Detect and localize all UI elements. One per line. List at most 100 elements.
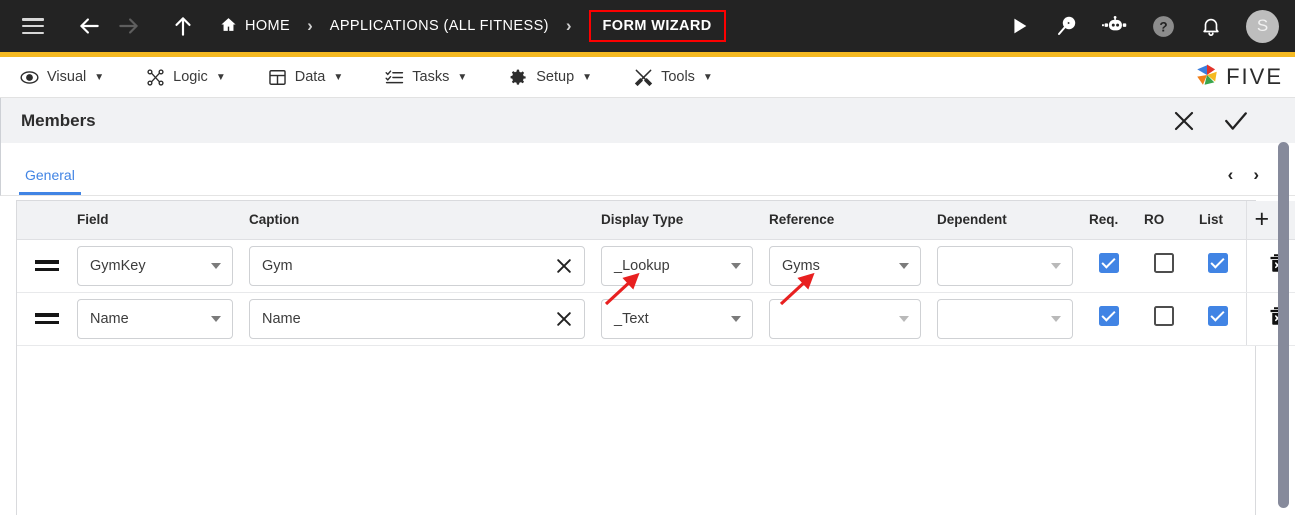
chevron-down-icon [899,315,909,322]
cell-reference [761,292,929,346]
home-icon [220,16,237,37]
cell-field: Name [69,292,241,346]
dependent-select-row1[interactable] [937,245,1073,286]
back-arrow-icon[interactable] [72,9,106,43]
up-arrow-icon[interactable] [166,9,200,43]
caption-input-row1[interactable]: Gym [249,245,585,286]
chevron-down-icon: ▼ [702,71,713,83]
cell-display-type: _Lookup [593,239,761,293]
cell-caption: Gym [241,239,593,293]
header-field: Field [69,201,241,240]
forward-arrow-icon[interactable] [112,9,146,43]
breadcrumb-home[interactable]: HOME [220,16,290,37]
run-icon[interactable] [1006,13,1032,39]
chevron-down-icon [1051,262,1061,269]
header-readonly: RO [1136,201,1191,240]
breadcrumb-separator-1: › [307,16,313,35]
header-required: Req. [1081,201,1136,240]
cell-list [1191,292,1246,346]
menu-item-data[interactable]: Data ▼ [268,68,344,87]
menu-item-setup-label: Setup [536,69,575,85]
chevron-down-icon: ▼ [457,71,468,83]
clear-x-icon[interactable] [554,256,574,276]
caption-input-row1-value: Gym [262,257,293,274]
svg-text:?: ? [1159,19,1167,34]
hamburger-menu-icon[interactable] [22,18,44,34]
list-checkbox-row1[interactable] [1208,253,1229,273]
chevron-down-icon [731,262,741,269]
menu-item-visual[interactable]: Visual ▼ [20,68,104,87]
plus-icon: + [1254,205,1270,234]
chevron-down-icon [899,262,909,269]
chevron-down-icon: ▼ [333,71,344,83]
display-type-select-row1[interactable]: _Lookup [601,245,753,286]
vertical-scrollbar[interactable] [1278,142,1289,512]
fields-grid: Field Caption Display Type Reference Dep… [16,200,1295,515]
page-title: Members [21,110,96,130]
chevron-down-icon: ▼ [215,71,226,83]
cell-dependent [929,239,1081,293]
table-row: GymKey Gym _Lookup Gyms [17,239,1295,293]
gear-icon [509,68,528,87]
top-navigation-bar: HOME › APPLICATIONS (ALL FITNESS) › FORM… [0,0,1295,57]
chat-bot-icon[interactable] [1102,13,1128,39]
grid-header-row: Field Caption Display Type Reference Dep… [17,201,1295,240]
checklist-icon [385,68,404,87]
clear-x-icon[interactable] [554,309,574,329]
menu-item-logic[interactable]: Logic ▼ [146,68,226,87]
menu-item-visual-label: Visual [47,69,87,85]
check-icon[interactable] [1223,108,1249,134]
five-pinwheel-logo [1194,62,1220,93]
display-type-select-row2-value: _Text [614,310,649,327]
scrollbar-thumb[interactable] [1278,142,1289,508]
breadcrumb-form-wizard[interactable]: FORM WIZARD [588,10,726,42]
menu-item-tasks[interactable]: Tasks ▼ [385,68,467,87]
chevron-down-icon [1051,315,1061,322]
avatar[interactable]: S [1246,9,1279,43]
required-checkbox-row2[interactable] [1098,306,1119,326]
eye-icon [20,68,39,87]
field-select-row1[interactable]: GymKey [77,245,233,286]
field-select-row2[interactable]: Name [77,298,233,339]
row-drag-handle[interactable] [17,239,69,293]
reference-select-row1[interactable]: Gyms [769,245,921,286]
menu-item-setup[interactable]: Setup ▼ [509,68,592,87]
field-select-row2-value: Name [90,310,129,327]
menu-item-tools[interactable]: Tools ▼ [634,68,713,87]
close-x-icon[interactable] [1171,108,1197,134]
help-icon[interactable]: ? [1150,13,1176,39]
row-drag-handle[interactable] [17,292,69,346]
search-play-icon[interactable] [1054,13,1080,39]
notifications-bell-icon[interactable] [1198,13,1224,39]
display-type-select-row2[interactable]: _Text [601,298,753,339]
reference-select-row1-value: Gyms [782,257,820,274]
cell-readonly [1136,292,1191,346]
readonly-checkbox-row1[interactable] [1153,253,1174,273]
pager-next-icon[interactable]: › [1253,166,1259,183]
five-brand-logo: FIVE [1194,62,1283,93]
chevron-down-icon [211,262,221,269]
field-select-row1-value: GymKey [90,257,146,274]
cell-caption: Name [241,292,593,346]
required-checkbox-row1[interactable] [1098,253,1119,273]
readonly-checkbox-row2[interactable] [1153,306,1174,326]
reference-select-row2[interactable] [769,298,921,339]
panel-header: Members [0,98,1295,143]
menu-item-tools-label: Tools [661,69,695,85]
drag-handle-icon[interactable] [35,313,59,324]
tab-general[interactable]: General [19,167,81,195]
chevron-down-icon [731,315,741,322]
brand-name: FIVE [1226,64,1283,89]
header-caption: Caption [241,201,593,240]
pager-prev-icon[interactable]: ‹ [1228,166,1234,183]
drag-handle-icon[interactable] [35,260,59,271]
list-checkbox-row2[interactable] [1208,306,1229,326]
breadcrumb-applications[interactable]: APPLICATIONS (ALL FITNESS) [330,18,549,34]
caption-input-row2[interactable]: Name [249,298,585,339]
cell-reference: Gyms [761,239,929,293]
top-bar-actions: ? S [1006,9,1279,43]
menu-item-data-label: Data [294,69,326,85]
dependent-select-row2[interactable] [937,298,1073,339]
breadcrumb-separator-2: › [565,16,572,35]
table-row: Name Name _Text [17,292,1295,346]
